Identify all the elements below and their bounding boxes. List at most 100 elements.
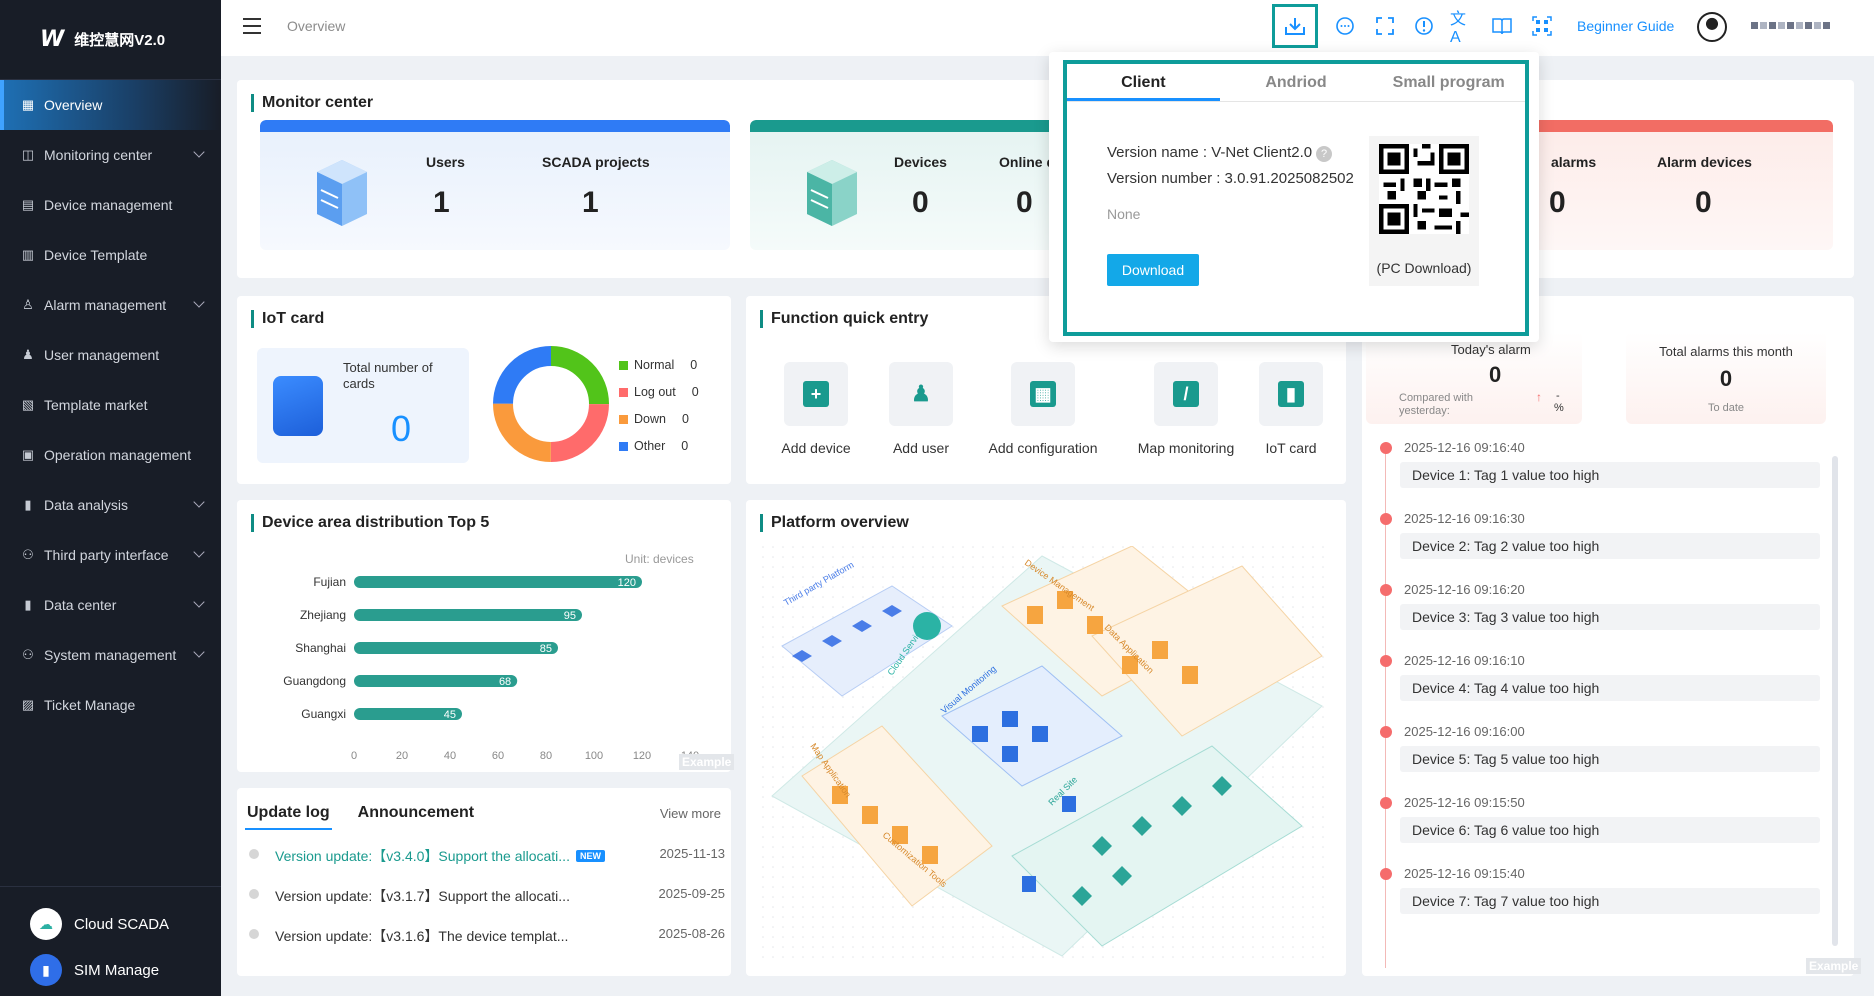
grid-icon: ▦	[21, 97, 35, 112]
tab-android[interactable]: Andriod	[1220, 64, 1373, 101]
download-icon[interactable]	[1272, 4, 1318, 48]
x-tick-label: 60	[492, 750, 504, 762]
chevron-down-icon	[193, 296, 205, 308]
bar-category-label: Shanghai	[295, 641, 346, 655]
legend-normal[interactable]: Normal 0	[619, 358, 697, 372]
platform-diagram: Third party Platform Device Management D…	[762, 546, 1330, 966]
alarm-message[interactable]: Device 3: Tag 3 value too high	[1400, 604, 1820, 630]
sidebar-item-overview[interactable]: ▦ Overview	[0, 80, 221, 130]
breadcrumb: Overview	[287, 18, 346, 34]
bar[interactable]	[354, 576, 642, 588]
fullscreen-icon[interactable]	[1372, 13, 1398, 39]
sim-card-icon	[273, 376, 323, 436]
timeline-scrollbar[interactable]	[1832, 456, 1838, 946]
sidebar-item-system-management[interactable]: ⚇ System management	[0, 630, 221, 680]
sim-manage-label: SIM Manage	[74, 961, 160, 979]
message-icon[interactable]	[1332, 13, 1358, 39]
sidebar-item-device-template[interactable]: ▥ Device Template	[0, 230, 221, 280]
avatar[interactable]	[1697, 12, 1727, 42]
update-text: Version update:【v3.4.0】Support the alloc…	[275, 848, 570, 864]
alarm-message[interactable]: Device 6: Tag 6 value too high	[1400, 817, 1820, 843]
alarm-panel: Today's alarm 0 Compared with yesterday:…	[1362, 296, 1862, 976]
sidebar-item-user-management[interactable]: ♟ User management	[0, 330, 221, 380]
alarm-time: 2025-12-16 09:16:10	[1404, 653, 1525, 668]
view-more-link[interactable]: View more	[660, 806, 721, 821]
user-icon: ♟	[22, 347, 34, 362]
sim-manage-link[interactable]: ▮ SIM Manage	[0, 947, 221, 993]
tab-update-log[interactable]: Update log	[245, 798, 332, 830]
logo[interactable]: W 维控慧网V2.0	[0, 0, 221, 80]
device-icon: ▤	[21, 197, 35, 212]
cloud-icon: ☁	[30, 908, 62, 940]
bar[interactable]	[354, 609, 582, 621]
sidebar-item-third-party-interface[interactable]: ⚇ Third party interface	[0, 530, 221, 580]
tab-small-program[interactable]: Small program	[1372, 64, 1525, 101]
bar-chart-icon: ▮	[24, 497, 32, 512]
iot-total-box: Total number of cards 0	[257, 348, 469, 463]
translate-icon[interactable]: 文A	[1450, 11, 1476, 46]
alarm-time: 2025-12-16 09:16:40	[1404, 440, 1525, 455]
legend-other-value: 0	[681, 439, 689, 453]
sidebar-item-alarm-management[interactable]: ♙ Alarm management	[0, 280, 221, 330]
iot-card-button[interactable]: ▮ IoT card	[1246, 362, 1336, 456]
scan-qr-icon[interactable]	[1529, 13, 1555, 39]
users-stat-box[interactable]: Users 1 SCADA projects 1	[260, 120, 730, 250]
beginner-guide-link[interactable]: Beginner Guide	[1577, 18, 1674, 34]
alarm-message[interactable]: Device 5: Tag 5 value too high	[1400, 746, 1820, 772]
map-monitoring-icon: /	[1154, 362, 1218, 426]
platform-overview-card: Platform overview Third party Platform D…	[746, 500, 1346, 976]
sidebar-item-label: Device management	[44, 197, 173, 213]
x-tick-label: 40	[444, 750, 456, 762]
user-name-redacted[interactable]	[1751, 22, 1830, 29]
sidebar-item-monitoring-center[interactable]: ◫ Monitoring center	[0, 130, 221, 180]
scada-projects-label: SCADA projects	[542, 154, 650, 170]
tab-client[interactable]: Client	[1067, 64, 1220, 101]
x-tick-label: 20	[396, 750, 408, 762]
sidebar: W 维控慧网V2.0 ▦ Overview ◫ Monitoring center ▤ D…	[0, 0, 221, 996]
legend-normal-value: 0	[690, 358, 698, 372]
legend-down[interactable]: Down 0	[619, 412, 689, 426]
add-configuration-button[interactable]: ▦ Add configuration	[973, 362, 1113, 456]
alarm-message[interactable]: Device 7: Tag 7 value too high	[1400, 888, 1820, 914]
sidebar-item-template-market[interactable]: ▧ Template market	[0, 380, 221, 430]
sidebar-item-label: Operation management	[44, 447, 192, 463]
timeline-dot	[1380, 513, 1392, 525]
add-user-button[interactable]: ♟ Add user	[876, 362, 966, 456]
add-device-label: Add device	[781, 440, 851, 456]
compared-value: -	[1556, 390, 1560, 402]
help-icon[interactable]: ?	[1316, 146, 1333, 162]
update-item[interactable]: Version update:【v3.4.0】Support the alloc…	[249, 844, 725, 864]
alarm-time: 2025-12-16 09:16:30	[1404, 511, 1525, 526]
bar-value-label: 85	[540, 643, 552, 655]
add-configuration-icon: ▦	[1011, 362, 1075, 426]
update-item[interactable]: Version update:【v3.1.7】Support the alloc…	[249, 884, 725, 904]
help-book-icon[interactable]	[1489, 13, 1515, 39]
sidebar-item-device-management[interactable]: ▤ Device management	[0, 180, 221, 230]
tab-announcement[interactable]: Announcement	[356, 798, 476, 830]
menu-toggle-icon[interactable]	[243, 18, 261, 34]
cloud-scada-link[interactable]: ☁ Cloud SCADA	[0, 901, 221, 947]
timeline-dot	[1380, 442, 1392, 454]
add-configuration-label: Add configuration	[988, 440, 1098, 456]
timeline-dot	[1380, 584, 1392, 596]
sidebar-item-data-center[interactable]: ▮ Data center	[0, 580, 221, 630]
map-monitoring-button[interactable]: / Map monitoring	[1116, 362, 1256, 456]
sidebar-item-data-analysis[interactable]: ▮ Data analysis	[0, 480, 221, 530]
info-icon[interactable]	[1411, 13, 1437, 39]
download-button[interactable]: Download	[1107, 254, 1199, 286]
timeline-dot	[1380, 726, 1392, 738]
legend-logout[interactable]: Log out 0	[619, 385, 699, 399]
x-tick-label: 0	[351, 750, 357, 762]
bar[interactable]	[354, 675, 518, 687]
sidebar-item-operation-management[interactable]: ▣ Operation management	[0, 430, 221, 480]
alarm-message[interactable]: Device 1: Tag 1 value too high	[1400, 462, 1820, 488]
today-alarm-box: Today's alarm 0 Compared with yesterday:…	[1366, 332, 1582, 424]
today-alarm-value: 0	[1489, 362, 1502, 387]
legend-other[interactable]: Other 0	[619, 439, 688, 453]
update-item[interactable]: Version update:【v3.1.6】The device templa…	[249, 924, 725, 944]
alarm-message[interactable]: Device 4: Tag 4 value too high	[1400, 675, 1820, 701]
add-device-button[interactable]: + Add device	[771, 362, 861, 456]
alarm-message[interactable]: Device 2: Tag 2 value too high	[1400, 533, 1820, 559]
bar[interactable]	[354, 642, 558, 654]
sidebar-item-ticket-manage[interactable]: ▨ Ticket Manage	[0, 680, 221, 730]
